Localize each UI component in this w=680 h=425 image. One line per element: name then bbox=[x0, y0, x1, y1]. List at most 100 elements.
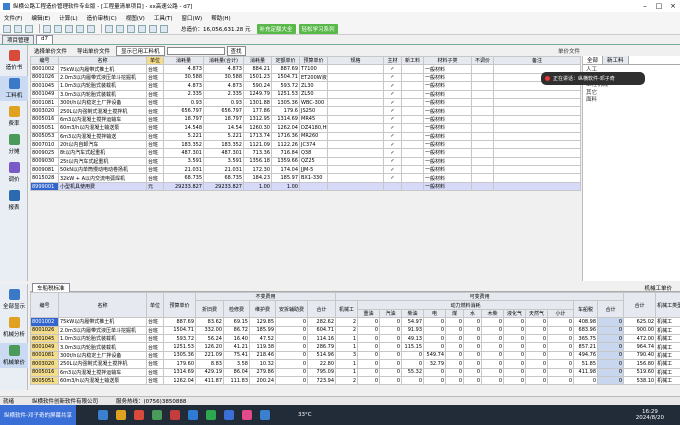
col-noadjust[interactable]: 不调价 bbox=[471, 55, 494, 66]
menu-audit[interactable]: 造价审核(C) bbox=[87, 14, 117, 22]
main-checkbox[interactable] bbox=[383, 181, 402, 192]
table-row[interactable]: 8005016 6m3以内混凝土搅拌运输车 台班 18.797 18.797 1312.9… bbox=[30, 114, 581, 125]
nav-allocation[interactable]: 分摊 bbox=[0, 132, 28, 157]
nav-adjust[interactable]: 调价 bbox=[0, 160, 28, 185]
noadjust-checkbox[interactable] bbox=[471, 131, 494, 141]
new-checkbox[interactable] bbox=[401, 64, 424, 74]
noadjust-checkbox[interactable] bbox=[471, 97, 494, 108]
search-icon[interactable] bbox=[138, 24, 146, 33]
col-unit[interactable]: 单位 bbox=[146, 55, 164, 66]
new-checkbox[interactable] bbox=[401, 97, 424, 108]
filter-icon[interactable] bbox=[127, 24, 135, 33]
app-icon[interactable] bbox=[224, 410, 234, 420]
new-checkbox[interactable] bbox=[401, 106, 424, 116]
main-checkbox[interactable]: ✓ bbox=[383, 139, 402, 150]
copy-icon[interactable] bbox=[54, 24, 62, 33]
table-row[interactable]: 8003020 250L以内强制式混凝土搅拌机 台班 179.60 8.83 3.58 10… bbox=[30, 359, 680, 369]
nav-cost-book[interactable]: 造价书 bbox=[0, 48, 28, 73]
table-row[interactable]: 8005051 60m3/h以内混凝土输送泵 台班 14.548 14.54 1260.3… bbox=[30, 123, 581, 133]
tab-project[interactable]: 项目管理 bbox=[2, 35, 35, 44]
main-checkbox[interactable]: ✓ bbox=[383, 106, 402, 116]
new-checkbox[interactable] bbox=[401, 139, 424, 150]
show-used-materials-button[interactable]: 显示已用工料机 bbox=[116, 45, 165, 56]
table-row[interactable]: 8007010 20t以内自卸汽车 台班 183.352 183.352 1121.09 1… bbox=[30, 139, 581, 150]
table-row[interactable]: 8001002 75kW以内履带式推土机 台班 4.873 4.873 884.21 887… bbox=[30, 64, 581, 74]
wechat-icon[interactable] bbox=[206, 410, 216, 420]
main-checkbox[interactable]: ✓ bbox=[383, 114, 402, 125]
table-row-selected[interactable]: 8001002 75kW以内履带式推土机 台班 887.69 83.62 69.15 129… bbox=[30, 317, 680, 327]
table-row[interactable]: 8005053 6m3以内混凝土搅拌输送 台班 5.221 5.221 1713.74 17… bbox=[30, 131, 581, 141]
menu-tools[interactable]: 工具(T) bbox=[154, 14, 173, 22]
menu-calc[interactable]: 计算(L) bbox=[59, 14, 77, 22]
report-icon[interactable] bbox=[116, 24, 124, 33]
table-row[interactable]: 8001081 300t/h以内稳定土厂拌设备 台班 0.93 0.93 1301.88 1… bbox=[30, 97, 581, 108]
new-checkbox[interactable] bbox=[401, 131, 424, 141]
new-checkbox[interactable] bbox=[401, 72, 424, 83]
calc-icon[interactable] bbox=[105, 24, 113, 33]
nav-materials[interactable]: 工料机 bbox=[0, 76, 28, 101]
main-checkbox[interactable]: ✓ bbox=[383, 148, 402, 158]
main-checkbox[interactable]: ✓ bbox=[383, 97, 402, 108]
table-row[interactable]: 8005051 60m3/h以内混凝土输送泵 台班 1262.04 411.87 111.… bbox=[30, 375, 680, 386]
col-qty-total[interactable]: 消耗量(合计) bbox=[203, 55, 244, 66]
noadjust-checkbox[interactable] bbox=[471, 156, 494, 167]
find-input[interactable] bbox=[166, 46, 225, 55]
table-row[interactable]: 8009030 25t以内汽车式起重机 台班 3.591 3.591 1356.18 135… bbox=[30, 156, 581, 167]
close-icon[interactable]: × bbox=[666, 2, 680, 10]
main-checkbox[interactable]: ✓ bbox=[383, 173, 402, 183]
table-row[interactable]: 8009025 8t以内汽车式起重机 台班 487.301 487.301 713.36 7… bbox=[30, 148, 581, 158]
main-checkbox[interactable]: ✓ bbox=[383, 81, 402, 91]
cut-icon[interactable] bbox=[43, 24, 51, 33]
weather[interactable]: 33°C bbox=[298, 412, 312, 418]
new-checkbox[interactable] bbox=[401, 181, 424, 192]
main-checkbox[interactable]: ✓ bbox=[383, 64, 402, 74]
app-icon[interactable] bbox=[152, 410, 162, 420]
screen-share-item[interactable]: 纵横软件-邓子奇的屏幕共享 bbox=[0, 405, 76, 425]
table-row[interactable]: 8001081 300t/h以内稳定土厂拌设备 台班 1305.36 221.09 75.… bbox=[30, 350, 680, 361]
browser-icon[interactable] bbox=[260, 410, 270, 420]
minimize-icon[interactable]: – bbox=[638, 2, 652, 10]
main-checkbox[interactable]: ✓ bbox=[383, 89, 402, 99]
noadjust-checkbox[interactable] bbox=[471, 173, 494, 183]
study-series-button[interactable]: 轻松学习系列 bbox=[298, 23, 338, 34]
nav-rates[interactable]: 费率 bbox=[0, 104, 28, 129]
help-icon[interactable] bbox=[160, 24, 168, 33]
export-price-file-button[interactable]: 导出单价文件 bbox=[73, 47, 114, 55]
tab-vehicle-tax[interactable]: 车船税标准 bbox=[32, 283, 70, 292]
find-button[interactable]: 查找 bbox=[226, 45, 246, 56]
clock[interactable]: 16:29 2024/8/20 bbox=[636, 409, 664, 421]
menu-window[interactable]: 窗口(W) bbox=[181, 14, 202, 22]
new-icon[interactable] bbox=[3, 24, 11, 33]
table-row[interactable]: 8001026 2.0m3以内履带式液压单斗挖掘机 台班 30.588 30.588 15… bbox=[30, 72, 581, 83]
col-spec[interactable]: 规格 bbox=[327, 55, 384, 66]
table-row[interactable]: 8001026 2.0m3以内履带式液压单斗挖掘机 台班 1504.71 332.00 8… bbox=[30, 325, 680, 335]
main-checkbox[interactable]: ✓ bbox=[383, 72, 402, 83]
new-checkbox[interactable] bbox=[401, 89, 424, 99]
col-name[interactable]: 名称 bbox=[58, 55, 147, 66]
noadjust-checkbox[interactable] bbox=[471, 123, 494, 133]
table-row-selected[interactable]: 8999001 小型机具使用费元 29233.827 29233.827 1.00 1.0… bbox=[30, 181, 581, 192]
table-row[interactable]: 8001045 1.0m3以内轮胎式装载机 台班 593.72 56.24 16.40 47… bbox=[30, 333, 680, 344]
table-row[interactable]: 8015028 32kW + A以内交流电弧焊机 台班 68.735 68.735 184… bbox=[30, 173, 581, 183]
new-checkbox[interactable] bbox=[401, 114, 424, 125]
new-checkbox[interactable] bbox=[401, 156, 424, 167]
noadjust-checkbox[interactable] bbox=[471, 89, 494, 99]
table-row[interactable]: 8001045 1.0m3以内轮胎式装载机 台班 4.873 4.873 590.24 59… bbox=[30, 81, 581, 91]
nav-machine-price[interactable]: 机械单价 bbox=[0, 343, 28, 368]
tab-all[interactable]: 全部 bbox=[583, 56, 604, 64]
col-budget-price[interactable]: 预算单价 bbox=[299, 55, 328, 66]
zoom-icon[interactable] bbox=[149, 24, 157, 33]
open-icon[interactable] bbox=[14, 24, 22, 33]
main-checkbox[interactable]: ✓ bbox=[383, 123, 402, 133]
col-qty2[interactable]: 消耗量 bbox=[243, 55, 272, 66]
tree-item[interactable]: 其它 bbox=[586, 90, 677, 98]
noadjust-checkbox[interactable] bbox=[471, 114, 494, 125]
table-row[interactable]: 8001049 3.0m3以内轮胎式装载机 台班 2.335 2.335 1249.79 1… bbox=[30, 89, 581, 99]
new-checkbox[interactable] bbox=[401, 173, 424, 183]
app-icon[interactable] bbox=[188, 410, 198, 420]
noadjust-checkbox[interactable] bbox=[471, 64, 494, 74]
table-row[interactable]: 8003020 250L以内强制式混凝土搅拌机 台班 656.797 656.797 17… bbox=[30, 106, 581, 116]
save-icon[interactable] bbox=[25, 24, 33, 33]
new-checkbox[interactable] bbox=[401, 148, 424, 158]
tab-d7[interactable]: d7 bbox=[36, 35, 54, 44]
